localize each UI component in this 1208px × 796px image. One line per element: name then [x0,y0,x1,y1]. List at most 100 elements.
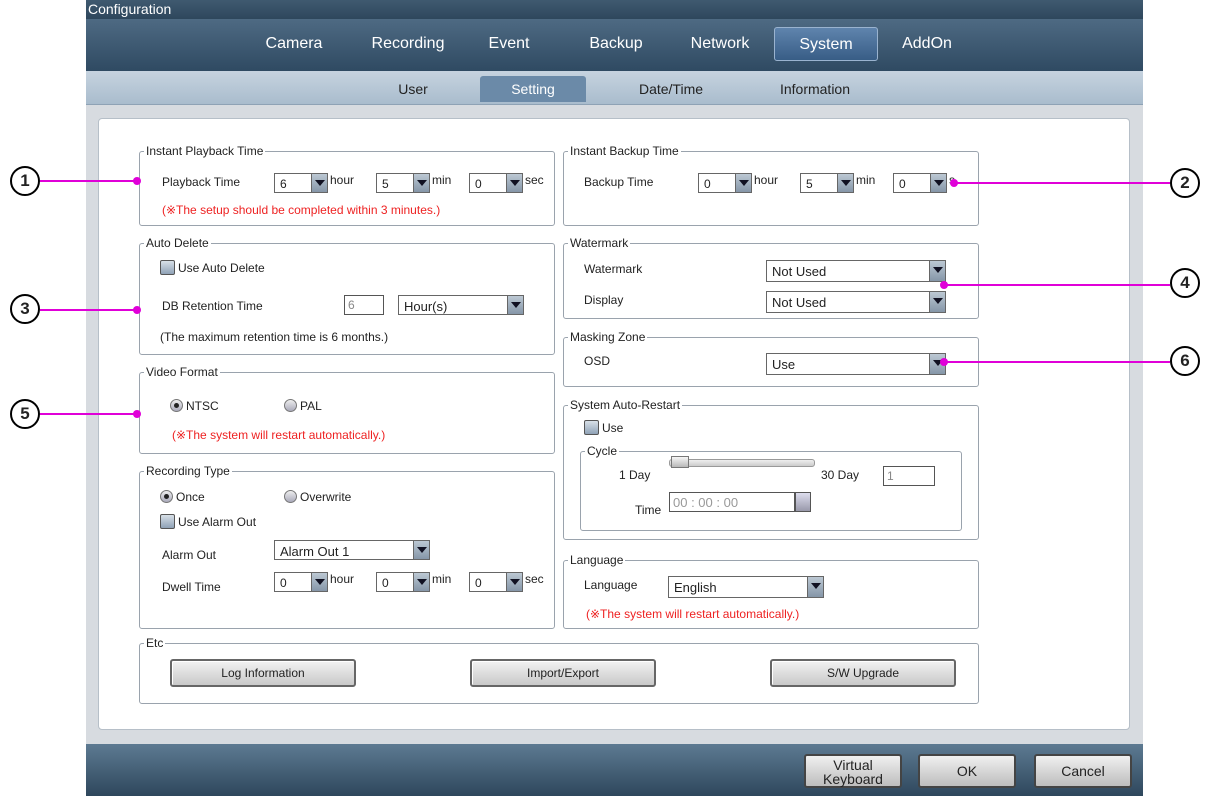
instant-backup-group: Instant Backup Time Backup Time 0 hour 5… [563,144,979,226]
alarm-out-checkbox[interactable] [160,514,175,529]
osd-select[interactable]: Use [766,353,946,375]
callout-6-line [944,361,1170,363]
bottom-bar: Virtual Keyboard OK Cancel [86,744,1143,796]
subtab-setting[interactable]: Setting [480,76,586,102]
callout-6: 6 [1170,346,1200,376]
callout-5: 5 [10,399,40,429]
playback-sec-select[interactable]: 0 [469,173,523,193]
ntsc-radio[interactable] [170,399,183,412]
backup-sec-select[interactable]: 0 [893,173,947,193]
chevron-down-icon[interactable] [735,174,751,192]
callout-2: 2 [1170,168,1200,198]
playback-min-select[interactable]: 5 [376,173,430,193]
auto-delete-checkbox[interactable] [160,260,175,275]
auto-restart-checkbox[interactable] [584,420,599,435]
chevron-down-icon[interactable] [807,577,823,597]
backup-min-select[interactable]: 5 [800,173,854,193]
cycle-slider-track[interactable] [669,459,815,467]
watermark-select[interactable]: Not Used [766,260,946,282]
pal-radio[interactable] [284,399,297,412]
virtual-keyboard-button[interactable]: Virtual Keyboard [804,754,902,788]
tab-system[interactable]: System [774,27,878,61]
cancel-button[interactable]: Cancel [1034,754,1132,788]
language-select[interactable]: English [668,576,824,598]
alarm-out-select[interactable]: Alarm Out 1 [274,540,430,560]
retention-unit-select[interactable]: Hour(s) [398,295,524,315]
dwell-min-select[interactable]: 0 [376,572,430,592]
import-export-button[interactable]: Import/Export [470,659,656,687]
recording-type-group: Recording Type Once Overwrite Use Alarm … [139,464,555,629]
playback-sec-value: 0 [475,177,482,191]
ok-button[interactable]: OK [918,754,1016,788]
callout-3-dot [133,306,141,314]
callout-5-dot [133,410,141,418]
playback-sec-unit: sec [525,173,544,187]
chevron-down-icon[interactable] [929,292,945,312]
playback-note: (※The setup should be completed within 3… [162,203,441,217]
playback-hour-select[interactable]: 6 [274,173,328,193]
chevron-down-icon[interactable] [506,174,522,192]
callout-2-line [954,182,1170,184]
subtab-information[interactable]: Information [762,76,868,102]
cycle-slider-handle[interactable] [671,456,689,468]
playback-hour-unit: hour [330,173,355,187]
cycle-min-label: 1 Day [619,468,651,482]
dwell-sec-value: 0 [475,576,482,590]
video-format-group: Video Format NTSC PAL (※The system will … [139,365,555,454]
cycle-group: Cycle 1 Day 30 Day 1 Time 00 : 00 : 00 [580,444,962,531]
chevron-down-icon[interactable] [507,296,523,314]
callout-1-line [40,180,138,182]
instant-playback-title: Instant Playback Time [144,144,266,158]
overwrite-radio[interactable] [284,490,297,503]
watermark-label: Watermark [584,262,643,276]
chevron-down-icon[interactable] [413,174,429,192]
restart-time-input[interactable]: 00 : 00 : 00 [669,492,795,512]
chevron-down-icon[interactable] [413,573,429,591]
chevron-down-icon[interactable] [413,541,429,559]
playback-time-label: Playback Time [162,175,241,189]
display-value: Not Used [772,295,827,310]
alarm-out-label: Alarm Out [162,548,217,562]
osd-label: OSD [584,354,611,368]
chevron-down-icon[interactable] [929,261,945,281]
log-information-button[interactable]: Log Information [170,659,356,687]
retention-note: (The maximum retention time is 6 months.… [160,330,389,344]
pal-label: PAL [300,399,322,413]
dwell-sec-unit: sec [525,572,544,586]
language-group: Language Language English (※The system w… [563,553,979,629]
display-label: Display [584,293,624,307]
tab-event[interactable]: Event [474,27,544,61]
language-value: English [674,580,717,595]
chevron-down-icon[interactable] [311,573,327,591]
callout-5-line [40,413,138,415]
backup-hour-select[interactable]: 0 [698,173,752,193]
chevron-down-icon[interactable] [837,174,853,192]
watermark-value: Not Used [772,264,827,279]
tab-backup[interactable]: Backup [574,27,658,61]
dwell-sec-select[interactable]: 0 [469,572,523,592]
subtab-date-time[interactable]: Date/Time [626,76,716,102]
backup-min-unit: min [856,173,876,187]
callout-1-dot [133,177,141,185]
display-select[interactable]: Not Used [766,291,946,313]
backup-hour-unit: hour [754,173,779,187]
cycle-value-input[interactable]: 1 [883,466,935,486]
retention-value-input[interactable]: 6 [344,295,384,315]
chevron-down-icon[interactable] [311,174,327,192]
tab-camera[interactable]: Camera [254,27,334,61]
auto-delete-checkbox-label: Use Auto Delete [178,261,265,275]
sw-upgrade-button[interactable]: S/W Upgrade [770,659,956,687]
tab-recording[interactable]: Recording [358,27,458,61]
chevron-down-icon[interactable] [930,174,946,192]
tab-addon[interactable]: AddOn [892,27,962,61]
subtab-user[interactable]: User [372,76,454,102]
callout-3: 3 [10,294,40,324]
auto-restart-title: System Auto-Restart [568,398,683,412]
tab-network[interactable]: Network [680,27,760,61]
time-spinner-icon[interactable] [795,492,811,512]
alarm-out-checkbox-label: Use Alarm Out [178,515,257,529]
chevron-down-icon[interactable] [506,573,522,591]
once-radio[interactable] [160,490,173,503]
sub-tab-bar: User Setting Date/Time Information [86,71,1143,105]
dwell-hour-select[interactable]: 0 [274,572,328,592]
